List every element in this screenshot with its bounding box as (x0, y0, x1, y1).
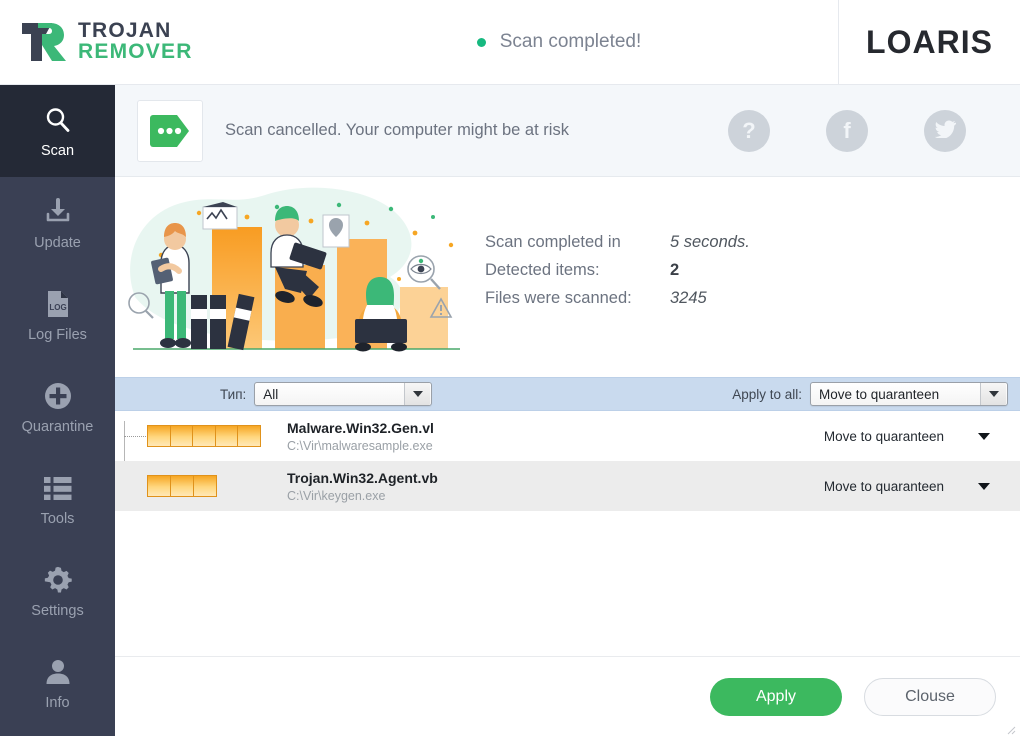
chevron-down-icon (404, 383, 431, 405)
stat-label: Detected items: (485, 261, 600, 279)
main-content: Scan cancelled. Your computer might be a… (115, 85, 1020, 736)
sidebar-item-label: Quarantine (21, 418, 94, 435)
scan-summary: Scan completed in 5 seconds. Detected it… (115, 177, 1020, 377)
gear-icon (42, 564, 74, 596)
scan-illustration (115, 177, 485, 377)
severity-indicator (147, 475, 217, 497)
close-button[interactable]: Clouse (864, 677, 996, 716)
type-filter-select[interactable]: All (254, 382, 433, 406)
facebook-button[interactable]: f (826, 109, 868, 152)
question-mark-icon: ? (742, 117, 756, 143)
apply-to-all-value: Move to quaranteen (819, 386, 940, 402)
type-filter-label: Тип: (220, 386, 247, 402)
row-action-select[interactable]: Move to quaranteen (824, 479, 1006, 494)
sidebar-item-label: Update (34, 234, 81, 251)
sidebar-item-info[interactable]: Info (0, 637, 115, 729)
status-text: Scan completed! (499, 31, 642, 52)
sidebar-nav: Scan Update LOG Log Files Quarantine Too… (0, 85, 115, 736)
sidebar-item-label: Settings (31, 602, 84, 619)
sidebar-item-tools[interactable]: Tools (0, 453, 115, 545)
log-file-icon: LOG (42, 288, 74, 320)
person-icon (42, 656, 74, 688)
threat-list: Malware.Win32.Gen.vl C:\Vir\malwaresampl… (115, 411, 1020, 656)
sidebar-item-settings[interactable]: Settings (0, 545, 115, 637)
apply-to-all-select[interactable]: Move to quaranteen (810, 382, 1008, 406)
severity-indicator (147, 425, 261, 447)
status-dot-icon (476, 37, 486, 47)
resize-grip[interactable] (1006, 722, 1016, 735)
row-action-value: Move to quaranteen (823, 478, 944, 494)
table-row[interactable]: Trojan.Win32.Agent.vb C:\Vir\keygen.exe … (115, 461, 1020, 511)
notification-bar: Scan cancelled. Your computer might be a… (115, 85, 1020, 177)
scan-status: Scan completed! (320, 31, 838, 53)
sidebar-item-update[interactable]: Update (0, 177, 115, 269)
row-action-select[interactable]: Move to quaranteen (824, 429, 1006, 444)
threat-name: Trojan.Win32.Agent.vb (287, 469, 438, 486)
facebook-icon: f (843, 117, 851, 143)
sidebar-item-label: Scan (40, 142, 75, 159)
green-tag-dots-icon (149, 112, 191, 150)
logo-text-line2: REMOVER (78, 40, 193, 63)
stat-value: 5 seconds. (670, 233, 750, 251)
table-row[interactable]: Malware.Win32.Gen.vl C:\Vir\malwaresampl… (115, 411, 1020, 461)
sidebar-item-label: Log Files (28, 326, 87, 343)
threat-path: C:\Vir\keygen.exe (287, 488, 386, 503)
sidebar-item-log-files[interactable]: LOG Log Files (0, 269, 115, 361)
sidebar-item-label: Tools (40, 510, 75, 527)
app-logo: TROJAN REMOVER (0, 17, 320, 67)
footer-actions: Apply Clouse (115, 656, 1020, 736)
brand-accent-letter: A (912, 23, 937, 60)
chevron-down-icon (980, 383, 1006, 405)
threat-name: Malware.Win32.Gen.vl (287, 419, 434, 436)
chevron-down-icon (978, 482, 990, 490)
brand-logo: LO A RIS (838, 0, 1020, 85)
svg-text:LOG: LOG (49, 303, 66, 312)
chevron-down-icon (978, 432, 990, 440)
title-bar: TROJAN REMOVER Scan completed! LO A RIS (0, 0, 1020, 85)
filter-bar: Тип: All Apply to all: Move to quarantee… (115, 377, 1020, 411)
download-icon (42, 196, 74, 228)
twitter-bird-icon (934, 118, 956, 144)
notification-badge (137, 99, 203, 162)
trojan-remover-logo-icon (18, 17, 70, 67)
sidebar-item-scan[interactable]: Scan (0, 85, 115, 177)
stat-label: Scan completed in (485, 233, 621, 251)
stat-value: 3245 (670, 289, 707, 307)
magnifier-icon (42, 104, 74, 136)
brand-part1: LO (866, 23, 913, 60)
trojan-remover-window: TROJAN REMOVER Scan completed! LO A RIS … (0, 0, 1020, 736)
apply-button[interactable]: Apply (710, 677, 842, 716)
sidebar-item-label: Info (45, 694, 70, 711)
logo-text-line1: TROJAN (78, 19, 172, 43)
threat-path: C:\Vir\malwaresample.exe (287, 438, 433, 453)
sidebar-item-quarantine[interactable]: Quarantine (0, 361, 115, 453)
brand-part2: RIS (936, 23, 993, 60)
list-icon (42, 472, 74, 504)
apply-to-all-label: Apply to all: (732, 386, 802, 402)
type-filter-value: All (263, 386, 279, 402)
row-action-value: Move to quaranteen (823, 428, 944, 444)
stat-value: 2 (670, 261, 680, 279)
plus-circle-icon (42, 380, 74, 412)
help-button[interactable]: ? (728, 109, 770, 152)
notification-message: Scan cancelled. Your computer might be a… (225, 121, 569, 139)
twitter-button[interactable] (924, 109, 966, 152)
stat-label: Files were scanned: (485, 289, 632, 307)
scan-stats: Scan completed in 5 seconds. Detected it… (485, 233, 750, 308)
